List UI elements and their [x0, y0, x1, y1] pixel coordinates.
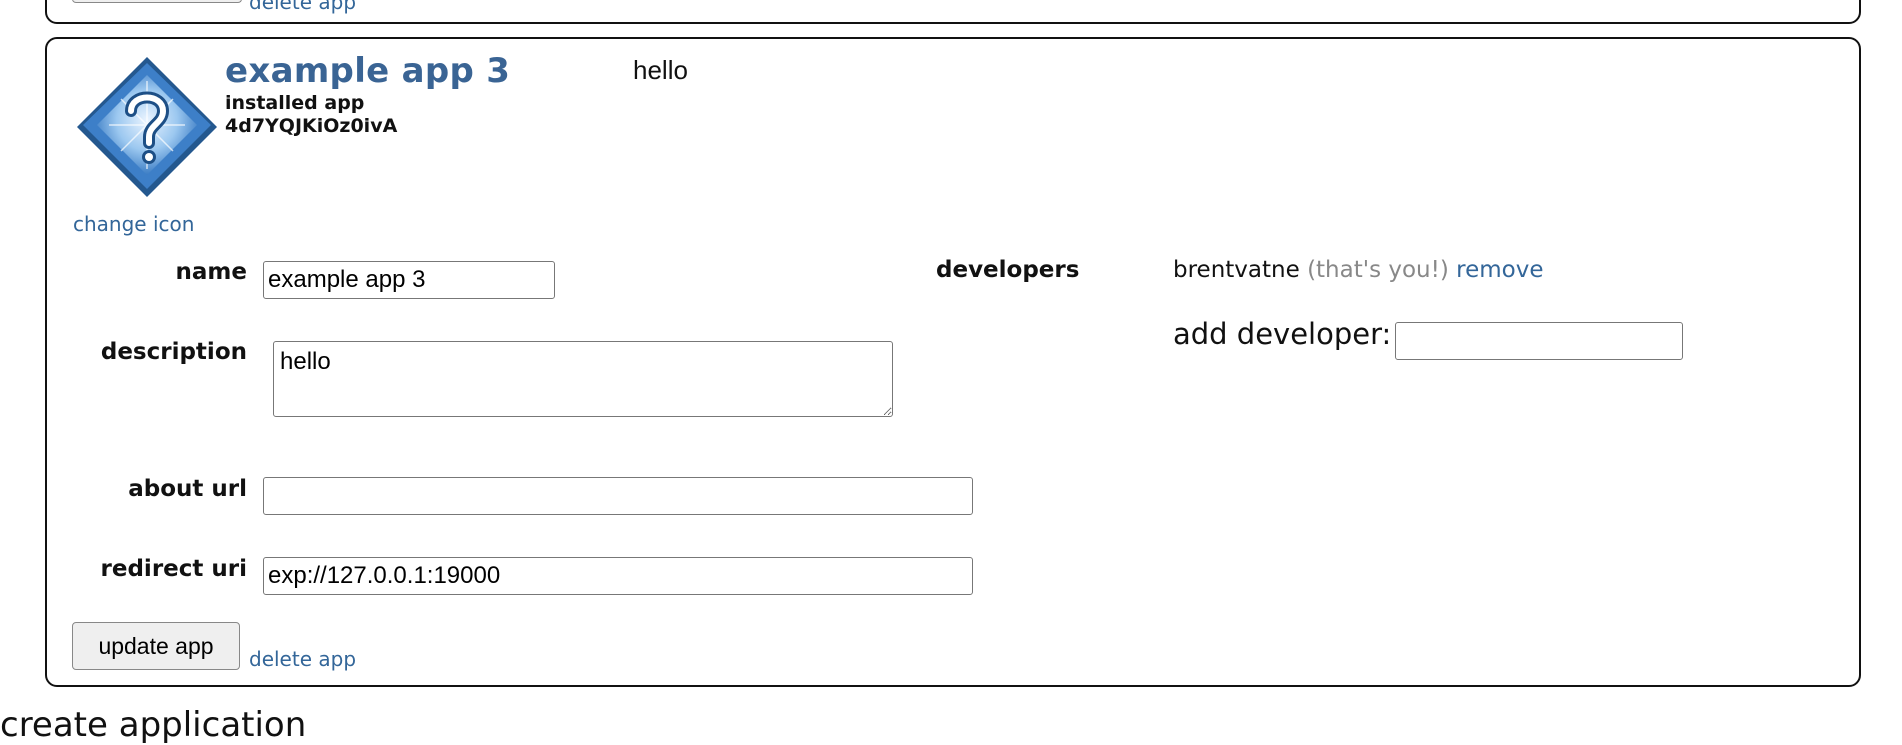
delete-app-link[interactable]: delete app [249, 647, 356, 671]
previous-delete-app-link[interactable]: delete app [249, 0, 356, 14]
app-id: 4d7YQJKiOz0ivA [225, 115, 398, 137]
description-label: description [100, 339, 247, 365]
developer-name: brentvatne [1173, 257, 1300, 283]
update-app-button[interactable]: update app [72, 622, 240, 670]
redirect-uri-input[interactable] [263, 557, 973, 595]
developer-self-note: (that's you!) [1307, 257, 1449, 283]
add-developer-label: add developer: [1173, 317, 1392, 351]
app-type: installed app [225, 92, 365, 114]
developer-entry: brentvatne (that's you!) remove [1173, 257, 1543, 283]
create-application-heading: create application [0, 705, 307, 745]
about-url-label: about url [128, 476, 247, 502]
remove-developer-link[interactable]: remove [1456, 257, 1543, 283]
name-input[interactable] [263, 261, 555, 299]
app-card: example app 3 installed app 4d7YQJKiOz0i… [45, 37, 1861, 687]
developers-label: developers [936, 257, 1080, 283]
app-title: example app 3 [225, 51, 511, 91]
question-mark-icon [77, 57, 217, 197]
app-description-preview: hello [633, 55, 688, 85]
description-textarea[interactable]: hello [273, 341, 893, 417]
name-label: name [175, 259, 247, 285]
about-url-input[interactable] [263, 477, 973, 515]
change-icon-link[interactable]: change icon [73, 212, 194, 236]
add-developer-input[interactable] [1395, 322, 1683, 360]
previous-update-app-button[interactable] [72, 0, 242, 3]
previous-app-card: delete app [45, 0, 1861, 24]
redirect-uri-label: redirect uri [100, 556, 247, 582]
